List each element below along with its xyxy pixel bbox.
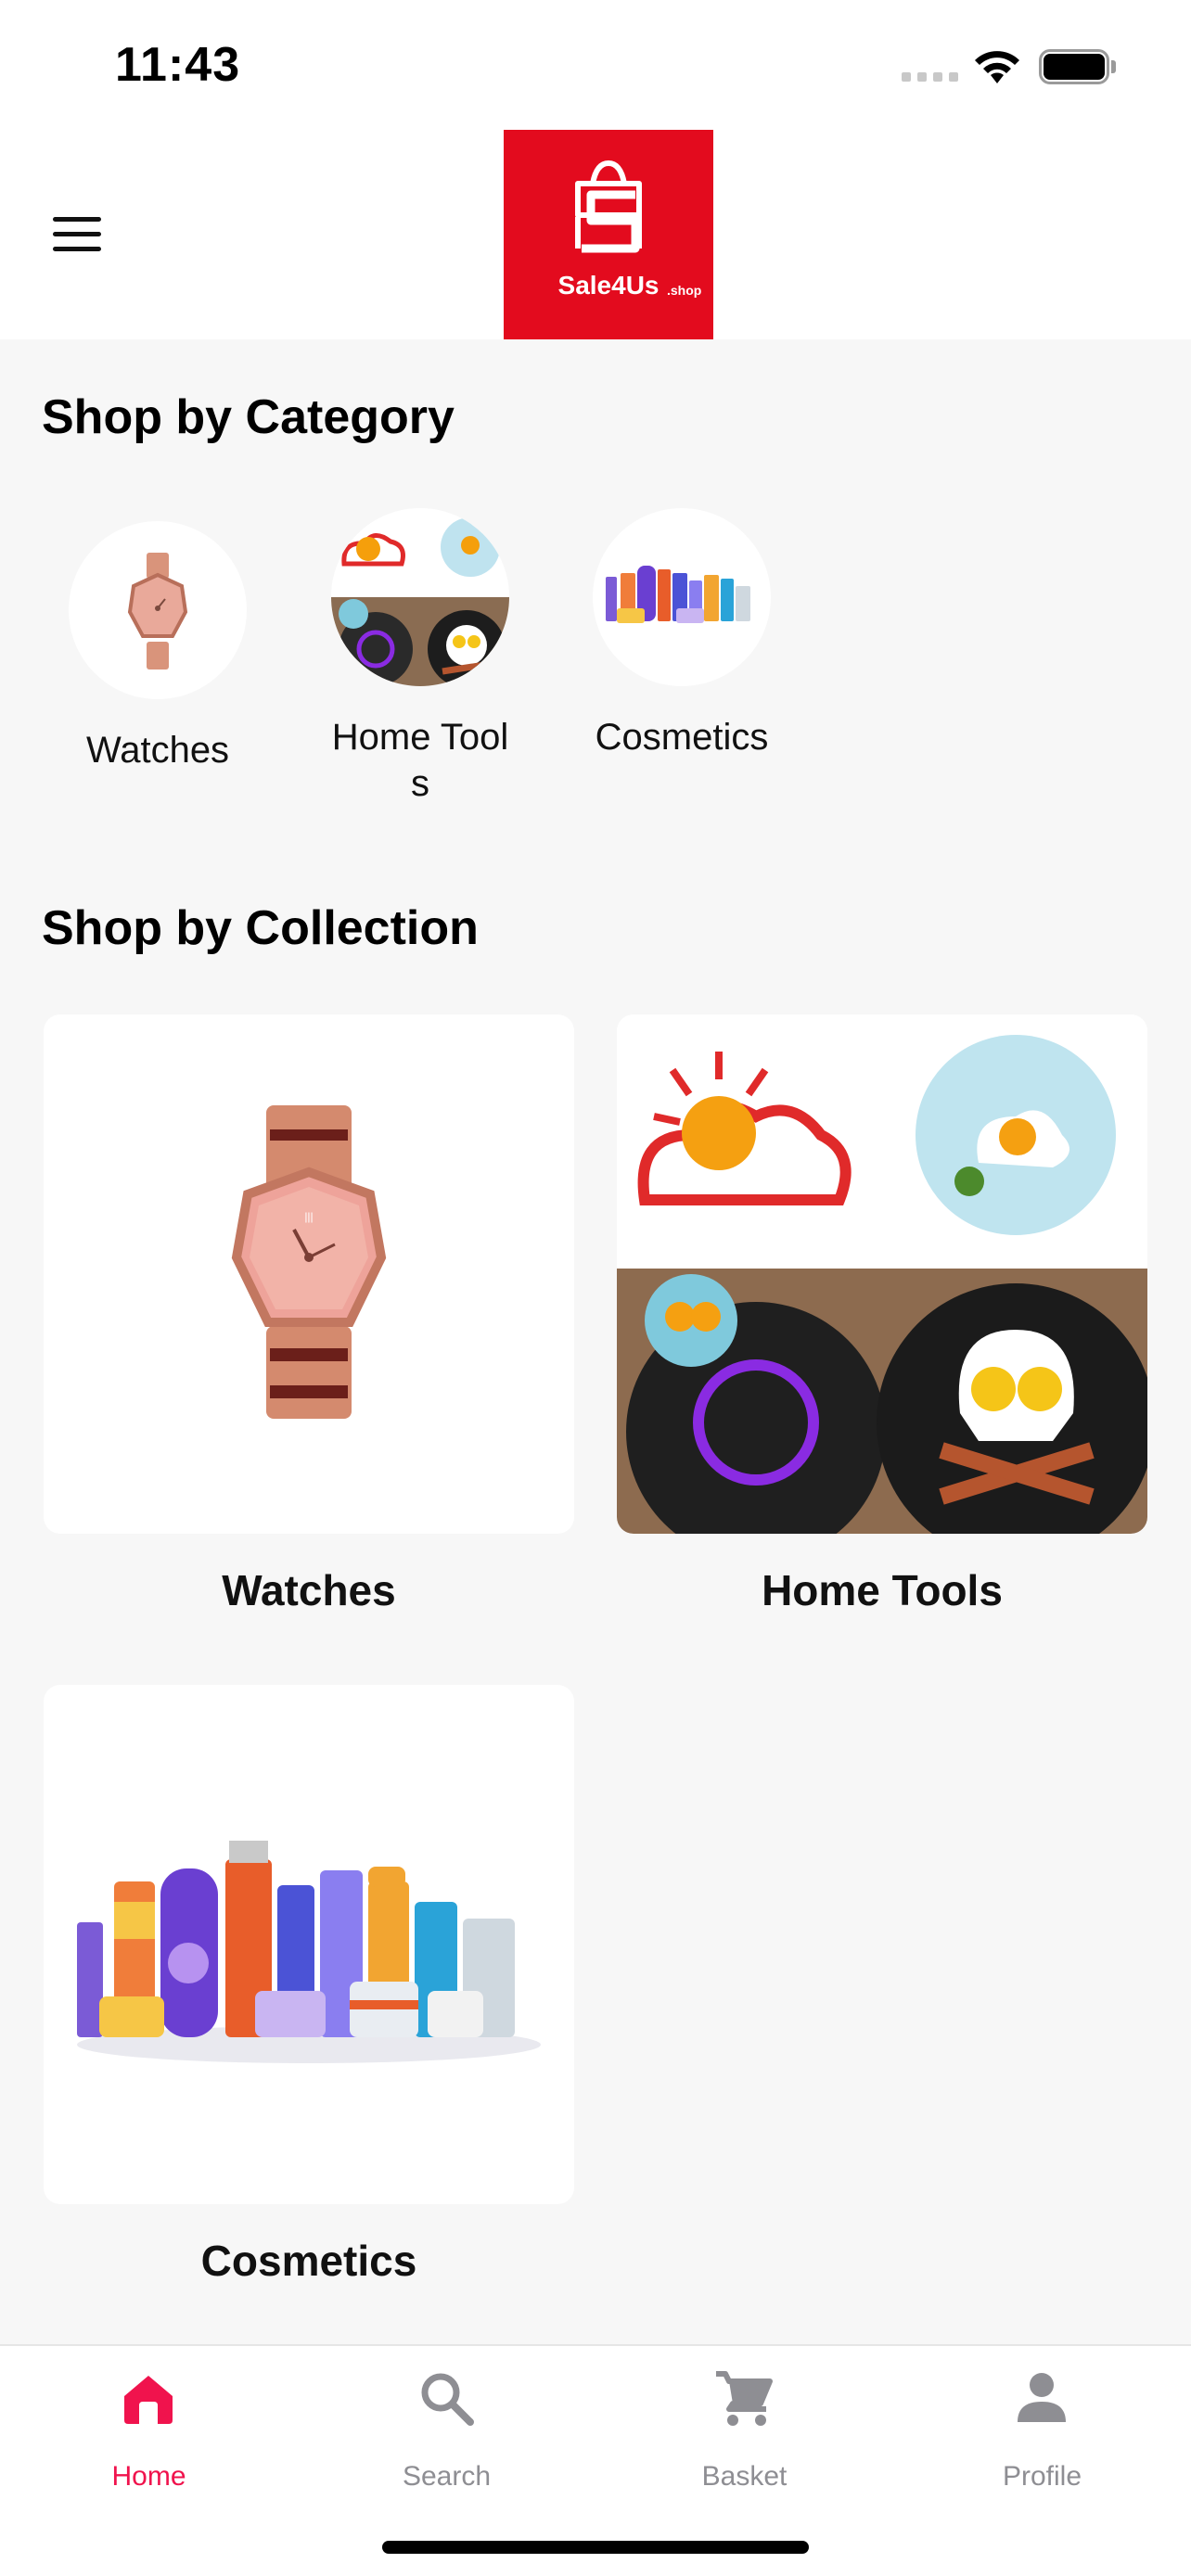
logo-suffix-text: .shop: [667, 283, 701, 298]
collection-label: Home Tools: [762, 1566, 1003, 1614]
hamburger-menu-icon[interactable]: [46, 213, 106, 256]
profile-icon: [1018, 2373, 1066, 2422]
home-icon: [124, 2376, 173, 2424]
tab-search[interactable]: Search: [298, 2346, 596, 2531]
tab-label: Search: [402, 2461, 492, 2492]
tab-basket[interactable]: Basket: [596, 2346, 893, 2531]
cosmetics-image: [593, 508, 771, 686]
status-bar: 11:43: [0, 0, 1191, 130]
watch-image: |||: [44, 1014, 574, 1534]
logo-brand-text: Sale4Us: [558, 271, 660, 300]
shopping-bag-logo-icon: Sale4Us .shop: [558, 159, 701, 300]
home-indicator: [382, 2541, 809, 2554]
search-icon: [421, 2373, 474, 2426]
egg-mold-image: [331, 508, 509, 686]
tab-profile[interactable]: Profile: [893, 2346, 1191, 2531]
collection-item-watches[interactable]: ||| Watches: [44, 1014, 574, 1615]
cart-icon: [716, 2371, 773, 2426]
tab-label: Basket: [701, 2461, 788, 2492]
watch-image: [69, 521, 247, 699]
tab-label: Home: [111, 2461, 186, 2492]
collection-label: Cosmetics: [200, 2237, 417, 2285]
category-label: Watches: [85, 730, 230, 771]
category-label: Cosmetics: [595, 717, 769, 758]
tab-home[interactable]: Home: [0, 2346, 298, 2531]
category-label: Home Tools: [331, 717, 509, 804]
category-section-title: Shop by Category: [42, 390, 455, 444]
collection-label: Watches: [222, 1566, 396, 1614]
collection-item-cosmetics[interactable]: Cosmetics: [44, 1685, 574, 2286]
category-item-home-tools[interactable]: Home Tools: [309, 508, 531, 807]
tab-label: Profile: [1002, 2461, 1082, 2492]
sale4us-logo[interactable]: Sale4Us .shop: [504, 130, 713, 339]
cellular-signal-icon: [902, 72, 959, 82]
wifi-icon: [975, 51, 1019, 83]
category-item-cosmetics[interactable]: Cosmetics: [570, 508, 793, 760]
battery-icon: [1039, 49, 1117, 84]
svg-text:|||: |||: [304, 1210, 313, 1223]
collection-section-title: Shop by Collection: [42, 901, 479, 955]
app-header: Sale4Us .shop: [0, 130, 1191, 339]
category-item-watches[interactable]: Watches: [46, 521, 269, 773]
status-time: 11:43: [115, 38, 241, 92]
egg-mold-image: [617, 1014, 1147, 1534]
cosmetics-image: [44, 1685, 574, 2204]
collection-item-home-tools[interactable]: Home Tools: [617, 1014, 1147, 1615]
